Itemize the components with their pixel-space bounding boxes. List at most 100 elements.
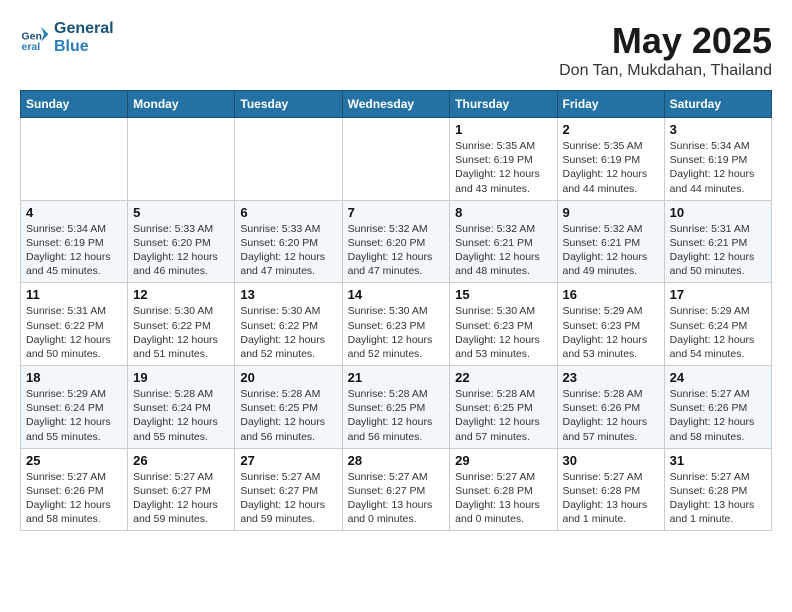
svg-text:eral: eral xyxy=(22,41,41,53)
day-number: 15 xyxy=(455,287,551,302)
day-number: 24 xyxy=(670,370,766,385)
day-info: Sunrise: 5:33 AM Sunset: 6:20 PM Dayligh… xyxy=(133,222,229,279)
day-info: Sunrise: 5:27 AM Sunset: 6:28 PM Dayligh… xyxy=(563,470,659,527)
calendar-cell: 21 Sunrise: 5:28 AM Sunset: 6:25 PM Dayli… xyxy=(342,366,450,449)
calendar-week-row: 18 Sunrise: 5:29 AM Sunset: 6:24 PM Dayli… xyxy=(21,366,772,449)
calendar-cell: 31 Sunrise: 5:27 AM Sunset: 6:28 PM Dayli… xyxy=(664,448,771,531)
calendar-cell: 20Sunrise: 5:28 AM Sunset: 6:25 PM Dayli… xyxy=(235,366,342,449)
calendar-subtitle: Don Tan, Mukdahan, Thailand xyxy=(559,62,772,80)
day-info: Sunrise: 5:27 AM Sunset: 6:26 PM Dayligh… xyxy=(26,470,122,527)
calendar-cell: 10 Sunrise: 5:31 AM Sunset: 6:21 PM Dayli… xyxy=(664,200,771,283)
day-number: 18 xyxy=(26,370,122,385)
calendar-week-row: 4 Sunrise: 5:34 AM Sunset: 6:19 PM Daylig… xyxy=(21,200,772,283)
calendar-week-row: 1 Sunrise: 5:35 AM Sunset: 6:19 PM Daylig… xyxy=(21,118,772,201)
day-info: Sunrise: 5:28 AM Sunset: 6:24 PM Dayligh… xyxy=(133,387,229,444)
calendar-cell: 1 Sunrise: 5:35 AM Sunset: 6:19 PM Daylig… xyxy=(450,118,557,201)
calendar-cell: 15 Sunrise: 5:30 AM Sunset: 6:23 PM Dayli… xyxy=(450,283,557,366)
calendar-cell: 19 Sunrise: 5:28 AM Sunset: 6:24 PM Dayli… xyxy=(128,366,235,449)
calendar-week-row: 25 Sunrise: 5:27 AM Sunset: 6:26 PM Dayli… xyxy=(21,448,772,531)
day-info: Sunrise: 5:35 AM Sunset: 6:19 PM Dayligh… xyxy=(455,139,551,196)
day-number: 14 xyxy=(348,287,445,302)
day-number: 27 xyxy=(240,453,336,468)
day-info: Sunrise: 5:34 AM Sunset: 6:19 PM Dayligh… xyxy=(26,222,122,279)
day-number: 21 xyxy=(348,370,445,385)
weekday-header-monday: Monday xyxy=(128,91,235,118)
day-info: Sunrise: 5:30 AM Sunset: 6:23 PM Dayligh… xyxy=(455,304,551,361)
calendar-cell: 12Sunrise: 5:30 AM Sunset: 6:22 PM Dayli… xyxy=(128,283,235,366)
day-number: 29 xyxy=(455,453,551,468)
weekday-header-sunday: Sunday xyxy=(21,91,128,118)
calendar-cell xyxy=(235,118,342,201)
day-info: Sunrise: 5:27 AM Sunset: 6:28 PM Dayligh… xyxy=(455,470,551,527)
day-number: 25 xyxy=(26,453,122,468)
logo: Gen eral General Blue xyxy=(20,20,114,55)
calendar-cell xyxy=(128,118,235,201)
calendar-cell: 28 Sunrise: 5:27 AM Sunset: 6:27 PM Dayli… xyxy=(342,448,450,531)
calendar-cell: 16 Sunrise: 5:29 AM Sunset: 6:23 PM Dayli… xyxy=(557,283,664,366)
calendar-cell: 18 Sunrise: 5:29 AM Sunset: 6:24 PM Dayli… xyxy=(21,366,128,449)
page-header: Gen eral General Blue May 2025 Don Tan, … xyxy=(20,20,772,80)
day-info: Sunrise: 5:29 AM Sunset: 6:23 PM Dayligh… xyxy=(563,304,659,361)
day-number: 5 xyxy=(133,205,229,220)
day-number: 26 xyxy=(133,453,229,468)
weekday-header-thursday: Thursday xyxy=(450,91,557,118)
day-number: 30 xyxy=(563,453,659,468)
day-number: 16 xyxy=(563,287,659,302)
day-number: 9 xyxy=(563,205,659,220)
day-number: 2 xyxy=(563,122,659,137)
day-info: Sunrise: 5:30 AM Sunset: 6:22 PM Dayligh… xyxy=(240,304,336,361)
weekday-header-row: SundayMondayTuesdayWednesdayThursdayFrid… xyxy=(21,91,772,118)
day-number: 3 xyxy=(670,122,766,137)
calendar-cell xyxy=(21,118,128,201)
day-info: Sunrise: 5:27 AM Sunset: 6:27 PM Dayligh… xyxy=(240,470,336,527)
day-number: 4 xyxy=(26,205,122,220)
day-info: Sunrise: 5:28 AM Sunset: 6:25 PM Dayligh… xyxy=(348,387,445,444)
day-number: 12 xyxy=(133,287,229,302)
calendar-cell: 6Sunrise: 5:33 AM Sunset: 6:20 PM Daylig… xyxy=(235,200,342,283)
day-info: Sunrise: 5:28 AM Sunset: 6:25 PM Dayligh… xyxy=(455,387,551,444)
day-number: 19 xyxy=(133,370,229,385)
day-info: Sunrise: 5:32 AM Sunset: 6:21 PM Dayligh… xyxy=(455,222,551,279)
day-info: Sunrise: 5:27 AM Sunset: 6:28 PM Dayligh… xyxy=(670,470,766,527)
calendar-cell: 17 Sunrise: 5:29 AM Sunset: 6:24 PM Dayli… xyxy=(664,283,771,366)
day-info: Sunrise: 5:35 AM Sunset: 6:19 PM Dayligh… xyxy=(563,139,659,196)
logo-icon: Gen eral xyxy=(20,23,50,53)
day-info: Sunrise: 5:30 AM Sunset: 6:23 PM Dayligh… xyxy=(348,304,445,361)
calendar-cell: 29 Sunrise: 5:27 AM Sunset: 6:28 PM Dayli… xyxy=(450,448,557,531)
calendar-cell: 30 Sunrise: 5:27 AM Sunset: 6:28 PM Dayli… xyxy=(557,448,664,531)
title-area: May 2025 Don Tan, Mukdahan, Thailand xyxy=(559,20,772,80)
day-info: Sunrise: 5:32 AM Sunset: 6:21 PM Dayligh… xyxy=(563,222,659,279)
calendar-cell: 2 Sunrise: 5:35 AM Sunset: 6:19 PM Daylig… xyxy=(557,118,664,201)
day-info: Sunrise: 5:29 AM Sunset: 6:24 PM Dayligh… xyxy=(26,387,122,444)
calendar-cell: 25 Sunrise: 5:27 AM Sunset: 6:26 PM Dayli… xyxy=(21,448,128,531)
day-info: Sunrise: 5:27 AM Sunset: 6:27 PM Dayligh… xyxy=(348,470,445,527)
day-number: 20 xyxy=(240,370,336,385)
weekday-header-saturday: Saturday xyxy=(664,91,771,118)
calendar-cell: 14 Sunrise: 5:30 AM Sunset: 6:23 PM Dayli… xyxy=(342,283,450,366)
day-number: 7 xyxy=(348,205,445,220)
weekday-header-wednesday: Wednesday xyxy=(342,91,450,118)
calendar-cell: 8Sunrise: 5:32 AM Sunset: 6:21 PM Daylig… xyxy=(450,200,557,283)
day-number: 23 xyxy=(563,370,659,385)
day-info: Sunrise: 5:31 AM Sunset: 6:21 PM Dayligh… xyxy=(670,222,766,279)
calendar-cell xyxy=(342,118,450,201)
day-number: 11 xyxy=(26,287,122,302)
day-number: 10 xyxy=(670,205,766,220)
calendar-title: May 2025 xyxy=(559,20,772,62)
calendar-cell: 23Sunrise: 5:28 AM Sunset: 6:26 PM Dayli… xyxy=(557,366,664,449)
calendar-cell: 11 Sunrise: 5:31 AM Sunset: 6:22 PM Dayli… xyxy=(21,283,128,366)
day-number: 1 xyxy=(455,122,551,137)
day-number: 28 xyxy=(348,453,445,468)
day-number: 31 xyxy=(670,453,766,468)
calendar-cell: 4 Sunrise: 5:34 AM Sunset: 6:19 PM Daylig… xyxy=(21,200,128,283)
weekday-header-friday: Friday xyxy=(557,91,664,118)
day-info: Sunrise: 5:29 AM Sunset: 6:24 PM Dayligh… xyxy=(670,304,766,361)
day-info: Sunrise: 5:27 AM Sunset: 6:27 PM Dayligh… xyxy=(133,470,229,527)
weekday-header-tuesday: Tuesday xyxy=(235,91,342,118)
day-number: 13 xyxy=(240,287,336,302)
day-info: Sunrise: 5:27 AM Sunset: 6:26 PM Dayligh… xyxy=(670,387,766,444)
calendar-table: SundayMondayTuesdayWednesdayThursdayFrid… xyxy=(20,90,772,531)
day-number: 17 xyxy=(670,287,766,302)
calendar-cell: 5 Sunrise: 5:33 AM Sunset: 6:20 PM Daylig… xyxy=(128,200,235,283)
day-info: Sunrise: 5:31 AM Sunset: 6:22 PM Dayligh… xyxy=(26,304,122,361)
